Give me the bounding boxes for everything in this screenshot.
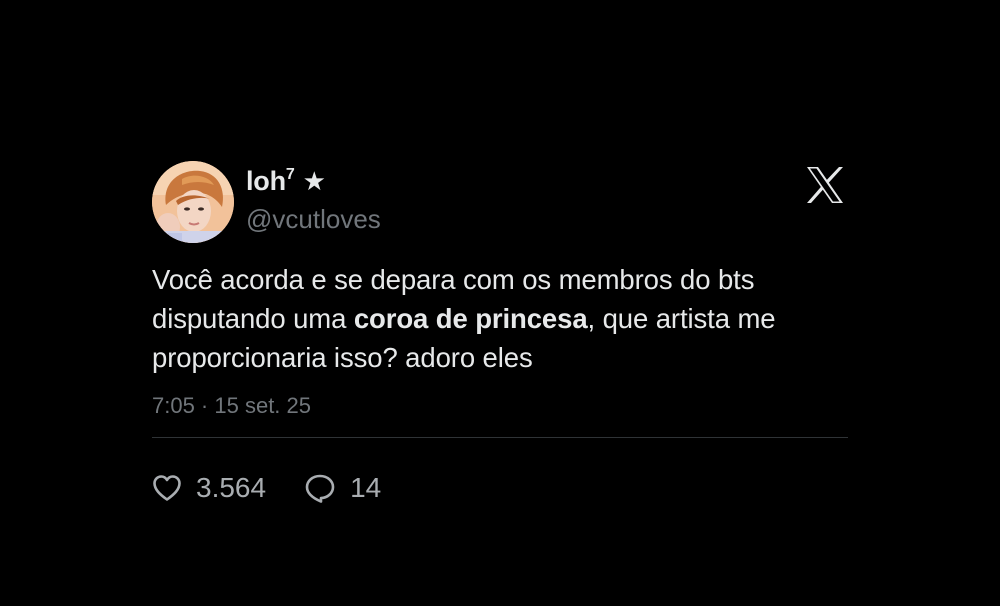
display-name-text: loh <box>246 166 286 196</box>
avatar-image <box>152 161 234 243</box>
divider <box>152 437 848 438</box>
tweet-text-bold: coroa de princesa <box>353 303 588 334</box>
heart-icon <box>152 474 182 502</box>
like-count: 3.564 <box>196 472 267 503</box>
tweet-text: Você acorda e se depara com os membros d… <box>152 260 848 377</box>
timestamp[interactable]: 7:05 · 15 set. 25 <box>152 391 848 421</box>
reply-count: 14 <box>350 472 382 503</box>
comment-icon <box>304 473 336 503</box>
display-name[interactable]: loh7 <box>246 166 295 197</box>
star-icon: ★ <box>302 166 326 196</box>
display-name-superscript: 7 <box>285 166 295 183</box>
display-name-row: loh7 ★ <box>246 166 381 202</box>
tweet-header: loh7 ★ @vcutloves <box>152 160 848 246</box>
x-logo-icon <box>806 167 844 203</box>
tweet-card: loh7 ★ @vcutloves Você acorda e se depar… <box>152 160 848 508</box>
like-button[interactable]: 3.564 <box>152 472 266 504</box>
reply-button[interactable]: 14 <box>304 472 381 504</box>
handle[interactable]: @vcutloves <box>246 204 381 235</box>
action-bar: 3.564 14 <box>152 468 848 508</box>
avatar[interactable] <box>152 161 234 243</box>
author-names: loh7 ★ @vcutloves <box>246 166 381 235</box>
